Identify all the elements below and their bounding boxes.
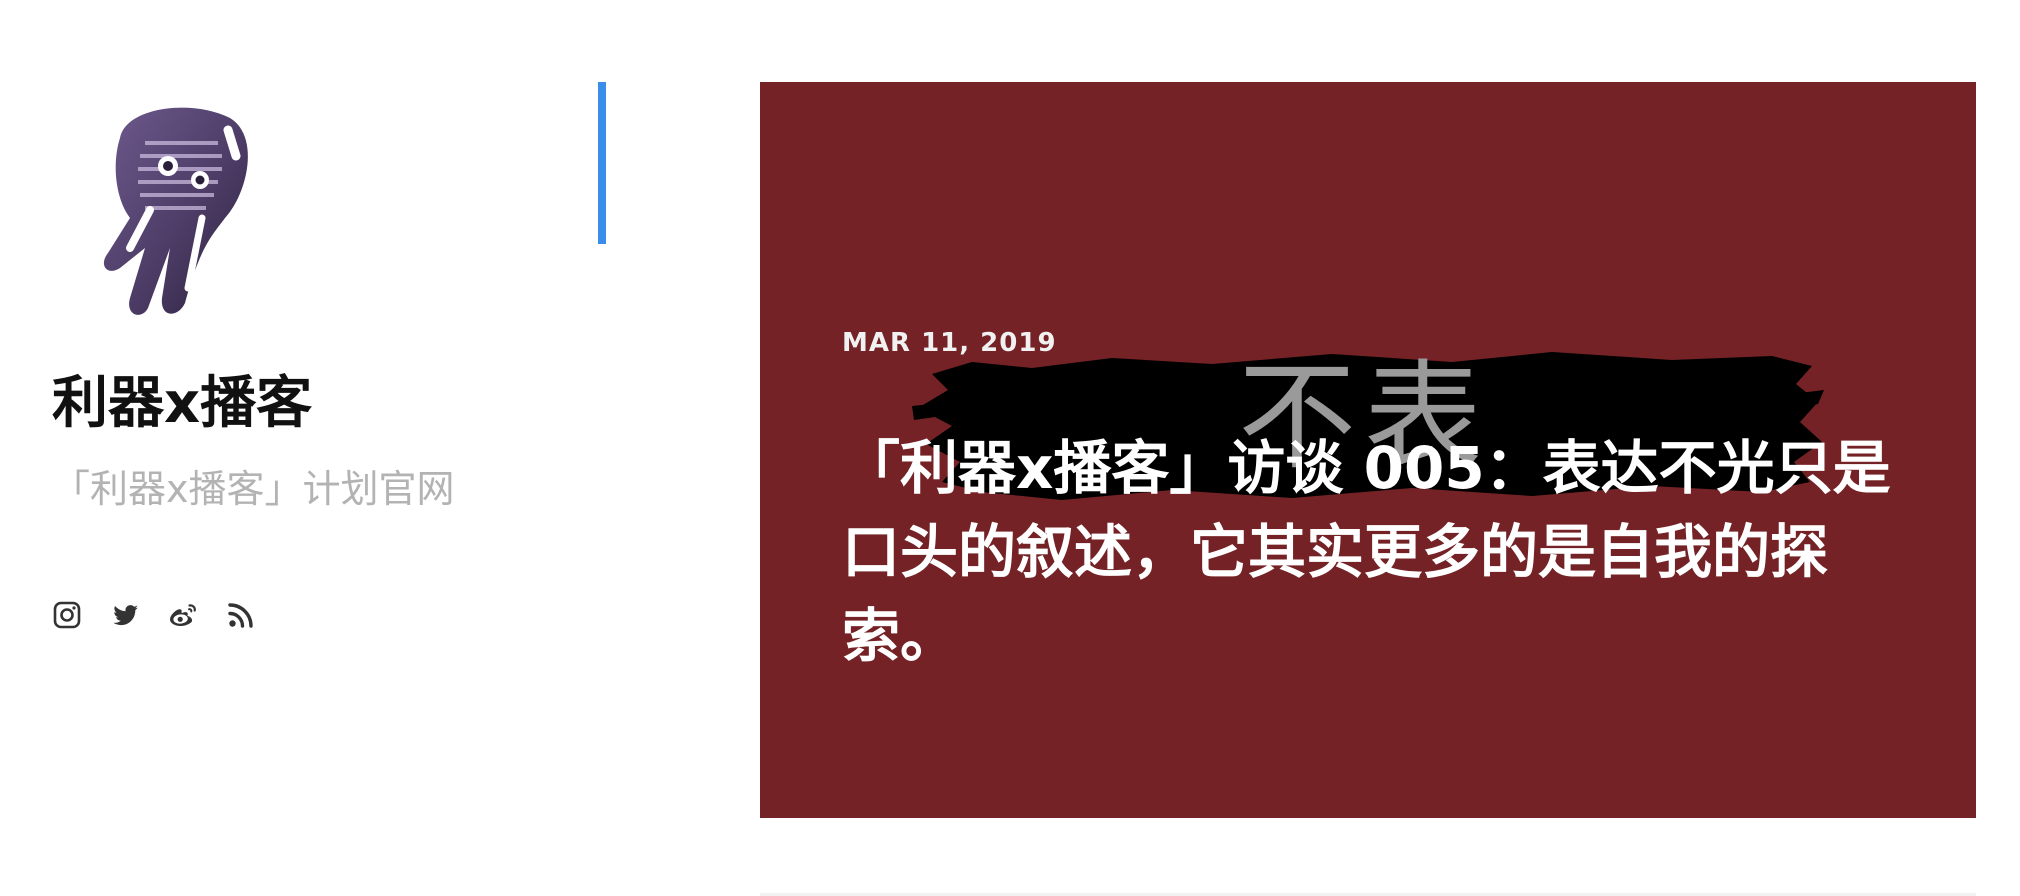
post-date: MAR 11, 2019 (842, 328, 1057, 358)
rss-icon (228, 603, 253, 628)
twitter-icon (113, 605, 138, 626)
site-description: 「利器x播客」计划官网 (52, 467, 455, 511)
social-links (52, 600, 256, 630)
microphone-logo-icon (103, 107, 248, 315)
instagram-link[interactable] (52, 600, 82, 630)
site-title[interactable]: 利器x播客 (52, 368, 312, 440)
rss-link[interactable] (226, 600, 256, 630)
post-card[interactable]: 不表 MAR 11, 2019 「利器x播客」访谈 005：表达不光只是口头的叙… (760, 82, 1976, 818)
weibo-icon (170, 604, 196, 626)
scroll-indicator (598, 82, 606, 244)
weibo-link[interactable] (168, 600, 198, 630)
site-logo[interactable] (90, 98, 260, 318)
page: 利器x播客 「利器x播客」计划官网 不表 MAR 11, 2019 「利器x播客… (0, 0, 2020, 896)
twitter-link[interactable] (110, 600, 140, 630)
instagram-icon (53, 601, 81, 629)
sidebar: 利器x播客 「利器x播客」计划官网 (52, 0, 532, 896)
post-title: 「利器x播客」访谈 005：表达不光只是口头的叙述，它其实更多的是自我的探索。 (842, 434, 1891, 670)
